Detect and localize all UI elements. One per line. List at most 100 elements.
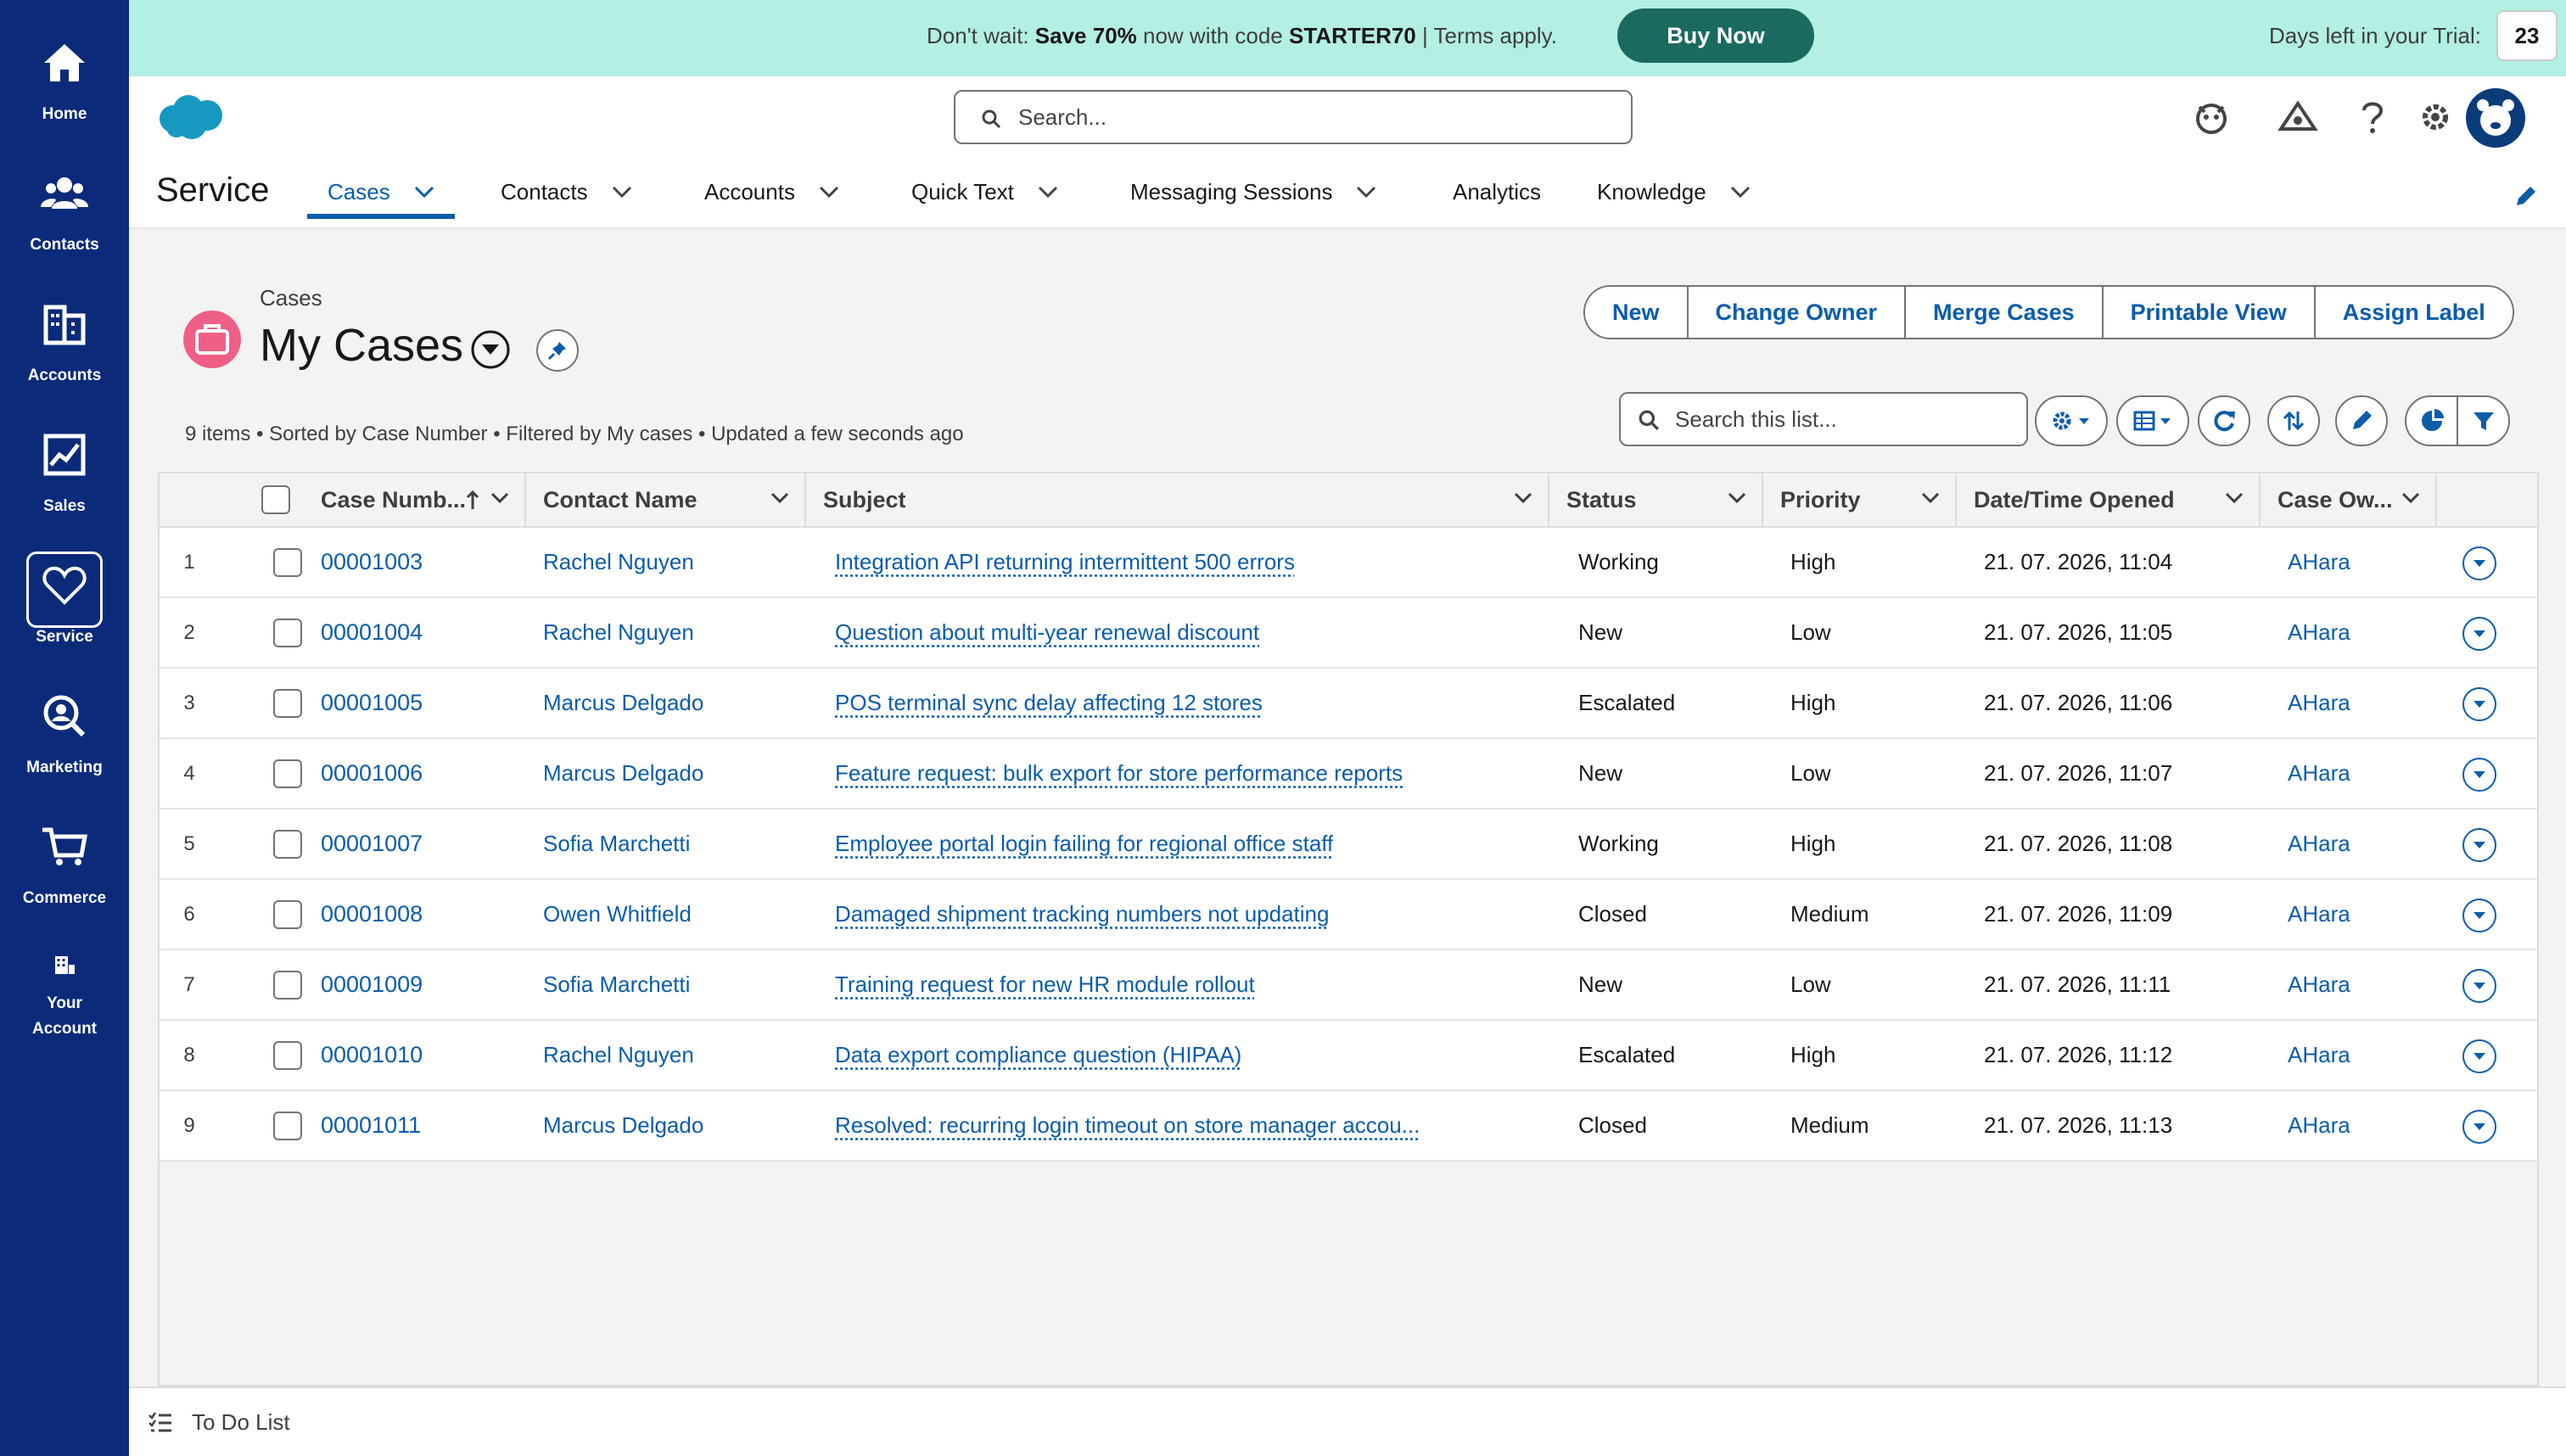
global-search-input[interactable] — [1018, 100, 1612, 134]
row-select-checkbox[interactable] — [273, 830, 302, 859]
assign-label-button[interactable]: Assign Label — [2315, 287, 2513, 338]
row-select-checkbox[interactable] — [273, 1112, 302, 1140]
row-actions-menu-button[interactable] — [2462, 758, 2496, 792]
contact-name-link[interactable]: Rachel Nguyen — [543, 1021, 694, 1089]
rail-item-commerce[interactable]: Commerce — [0, 784, 129, 911]
column-header-subject[interactable]: Subject — [806, 473, 1549, 526]
charts-button[interactable] — [2406, 397, 2458, 445]
contact-name-link[interactable]: Marcus Delgado — [543, 1091, 703, 1160]
nav-tab-knowledge[interactable]: Knowledge — [1597, 161, 1751, 222]
edit-nav-pencil-icon[interactable] — [2513, 185, 2537, 209]
column-header-date-opened[interactable]: Date/Time Opened — [1957, 473, 2261, 526]
nav-tab-accounts[interactable]: Accounts — [704, 161, 839, 222]
row-select-checkbox[interactable] — [273, 1041, 302, 1070]
subject-link[interactable]: Integration API returning intermittent 5… — [835, 528, 1295, 596]
to-do-list-utility[interactable]: To Do List — [148, 1388, 290, 1456]
filters-button[interactable] — [2458, 397, 2508, 445]
subject-link[interactable]: Data export compliance question (HIPAA) — [835, 1021, 1241, 1089]
user-avatar[interactable] — [2466, 88, 2525, 148]
row-select-checkbox[interactable] — [273, 759, 302, 788]
rail-item-service[interactable]: Service — [0, 523, 129, 650]
rail-item-marketing[interactable]: Marketing — [0, 653, 129, 781]
help-icon[interactable] — [2356, 98, 2390, 136]
contact-name-link[interactable]: Owen Whitfield — [543, 880, 692, 949]
einstein-icon[interactable] — [2193, 98, 2230, 136]
case-owner-link[interactable]: AHara — [2288, 880, 2350, 949]
column-header-case-owner[interactable]: Case Ow... — [2261, 473, 2437, 526]
chevron-down-icon[interactable] — [612, 186, 632, 198]
chevron-down-icon[interactable] — [770, 492, 789, 504]
nav-tab-contacts[interactable]: Contacts — [501, 161, 632, 222]
subject-link[interactable]: Employee portal login failing for region… — [835, 809, 1333, 878]
sort-button[interactable] — [2267, 395, 2320, 446]
chevron-down-icon[interactable] — [2225, 492, 2244, 504]
chevron-down-icon[interactable] — [1730, 186, 1751, 198]
nav-tab-cases[interactable]: Cases — [307, 161, 455, 222]
case-number-link[interactable]: 00001008 — [321, 880, 423, 949]
contact-name-link[interactable]: Rachel Nguyen — [543, 598, 694, 667]
nav-tab-messaging-sessions[interactable]: Messaging Sessions — [1130, 161, 1376, 222]
case-number-link[interactable]: 00001003 — [321, 528, 423, 596]
chevron-down-icon[interactable] — [1356, 186, 1376, 198]
subject-link[interactable]: Feature request: bulk export for store p… — [835, 739, 1403, 808]
trailhead-icon[interactable] — [2277, 98, 2318, 136]
case-owner-link[interactable]: AHara — [2288, 739, 2350, 808]
row-select-checkbox[interactable] — [273, 548, 302, 577]
chevron-down-icon[interactable] — [1728, 492, 1746, 504]
chevron-down-icon[interactable] — [1038, 186, 1058, 198]
case-owner-link[interactable]: AHara — [2288, 669, 2350, 737]
column-header-priority[interactable]: Priority — [1763, 473, 1957, 526]
case-owner-link[interactable]: AHara — [2288, 1091, 2350, 1160]
subject-link[interactable]: Question about multi-year renewal discou… — [835, 598, 1259, 667]
case-number-link[interactable]: 00001005 — [321, 669, 423, 737]
chevron-down-icon[interactable] — [1514, 492, 1532, 504]
nav-tab-quick-text[interactable]: Quick Text — [911, 161, 1058, 222]
case-owner-link[interactable]: AHara — [2288, 1021, 2350, 1089]
change-owner-button[interactable]: Change Owner — [1688, 287, 1907, 338]
list-search-input[interactable] — [1675, 402, 2014, 436]
row-select-checkbox[interactable] — [273, 619, 302, 647]
contact-name-link[interactable]: Marcus Delgado — [543, 669, 703, 737]
column-header-status[interactable]: Status — [1549, 473, 1763, 526]
case-number-link[interactable]: 00001006 — [321, 739, 423, 808]
row-select-checkbox[interactable] — [273, 900, 302, 929]
list-settings-button[interactable] — [2035, 395, 2108, 446]
nav-tab-analytics[interactable]: Analytics — [1453, 161, 1541, 222]
subject-link[interactable]: POS terminal sync delay affecting 12 sto… — [835, 669, 1263, 737]
chevron-down-icon[interactable] — [490, 492, 509, 504]
setup-gear-icon[interactable] — [2417, 98, 2454, 136]
row-actions-menu-button[interactable] — [2462, 899, 2496, 932]
row-actions-menu-button[interactable] — [2462, 828, 2496, 862]
list-view-switcher-icon[interactable] — [470, 329, 511, 370]
subject-link[interactable]: Resolved: recurring login timeout on sto… — [835, 1091, 1420, 1160]
select-all-checkbox[interactable] — [261, 485, 290, 514]
row-actions-menu-button[interactable] — [2462, 1110, 2496, 1144]
contact-name-link[interactable]: Rachel Nguyen — [543, 528, 694, 596]
rail-item-your-account[interactable]: Your Account — [0, 915, 129, 1042]
contact-name-link[interactable]: Sofia Marchetti — [543, 809, 690, 878]
list-search-box[interactable] — [1619, 392, 2028, 446]
object-breadcrumb[interactable]: Cases — [260, 285, 322, 311]
column-header-case-number[interactable]: Case Numb... — [299, 473, 526, 526]
row-actions-menu-button[interactable] — [2462, 617, 2496, 651]
inline-edit-button[interactable] — [2335, 395, 2388, 446]
case-owner-link[interactable]: AHara — [2288, 809, 2350, 878]
subject-link[interactable]: Training request for new HR module rollo… — [835, 950, 1255, 1019]
chevron-down-icon[interactable] — [414, 186, 434, 198]
case-number-link[interactable]: 00001011 — [321, 1091, 421, 1160]
case-number-link[interactable]: 00001007 — [321, 809, 423, 878]
global-search-box[interactable] — [954, 90, 1633, 144]
column-header-contact-name[interactable]: Contact Name — [526, 473, 806, 526]
rail-item-sales[interactable]: Sales — [0, 392, 129, 519]
display-as-button[interactable] — [2116, 395, 2189, 446]
subject-link[interactable]: Damaged shipment tracking numbers not up… — [835, 880, 1329, 949]
contact-name-link[interactable]: Sofia Marchetti — [543, 950, 690, 1019]
row-select-checkbox[interactable] — [273, 689, 302, 718]
refresh-button[interactable] — [2198, 395, 2250, 446]
rail-item-home[interactable]: Home — [0, 0, 129, 127]
row-actions-menu-button[interactable] — [2462, 969, 2496, 1003]
chevron-down-icon[interactable] — [819, 186, 839, 198]
row-actions-menu-button[interactable] — [2462, 1039, 2496, 1073]
new-button[interactable]: New — [1585, 287, 1689, 338]
salesforce-cloud-logo[interactable] — [154, 92, 226, 143]
